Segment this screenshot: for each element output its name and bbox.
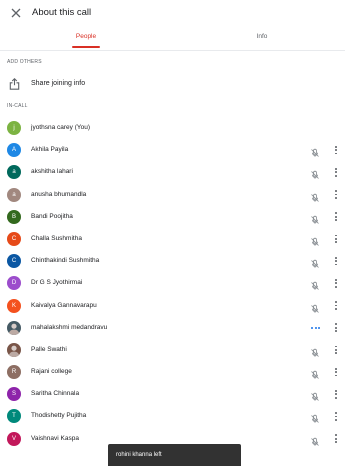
- tab-people-label: People: [75, 33, 97, 40]
- mic-off-icon: [310, 434, 320, 446]
- avatar: a: [7, 165, 21, 180]
- share-joining-info-button[interactable]: Share joining info: [0, 74, 345, 94]
- avatar: B: [7, 209, 21, 224]
- mic-off-icon: [310, 389, 320, 402]
- participant-name: Palle Swathi: [31, 345, 67, 353]
- more-options-icon[interactable]: [333, 144, 339, 156]
- avatar: j: [7, 121, 21, 135]
- participant-name: akshitha lahari: [31, 168, 73, 176]
- avatar: [7, 342, 21, 357]
- more-options-icon[interactable]: [333, 233, 339, 245]
- participant-name: Chinthakindi Sushmitha: [31, 257, 100, 265]
- close-button[interactable]: [9, 6, 23, 20]
- avatar: [7, 320, 21, 335]
- section-label-add-others: ADD OTHERS: [7, 59, 42, 65]
- avatar: A: [7, 143, 21, 158]
- snackbar-toast: rohini khanna left: [108, 444, 241, 466]
- tabs-divider: [0, 50, 345, 51]
- more-options-icon[interactable]: [333, 322, 339, 334]
- participant-row[interactable]: K Kaivalya Gannavarapu: [0, 295, 345, 317]
- more-options-icon[interactable]: [333, 277, 339, 289]
- participant-name: Vaishnavi Kaspa: [31, 434, 79, 442]
- avatar: C: [7, 231, 21, 246]
- participant-list: j jyothsna carey (You) A Akhila Payila a aksh…: [0, 117, 345, 450]
- participant-row[interactable]: Palle Swathi: [0, 339, 345, 361]
- avatar: V: [7, 431, 21, 446]
- participant-row[interactable]: D Dr G S Jyothirmai: [0, 272, 345, 294]
- mic-off-icon: [310, 190, 320, 202]
- participant-row[interactable]: S Saritha Chinnala: [0, 383, 345, 405]
- participant-row[interactable]: T Thodishetty Pujitha: [0, 405, 345, 427]
- more-options-icon[interactable]: [333, 433, 339, 445]
- avatar: a: [7, 187, 21, 202]
- more-options-icon[interactable]: [333, 211, 339, 223]
- participant-name: Bandi Poojitha: [31, 212, 73, 220]
- mic-off-icon: [310, 234, 320, 246]
- more-options-icon[interactable]: [333, 255, 339, 267]
- share-joining-info-label: Share joining info: [31, 80, 86, 87]
- participant-row[interactable]: a akshitha lahari: [0, 161, 345, 183]
- more-options-icon[interactable]: [333, 166, 339, 178]
- participant-row[interactable]: j jyothsna carey (You): [0, 117, 345, 139]
- more-options-icon[interactable]: [333, 344, 339, 356]
- participant-row[interactable]: R Rajani college: [0, 361, 345, 383]
- mic-off-icon: [310, 212, 320, 224]
- tab-people[interactable]: People: [0, 30, 172, 50]
- participant-name: Dr G S Jyothirmai: [31, 279, 83, 287]
- more-options-icon[interactable]: [333, 189, 339, 201]
- participant-row[interactable]: mahalakshmi medandravu: [0, 317, 345, 339]
- mic-off-icon: [310, 167, 320, 180]
- participant-name: mahalakshmi medandravu: [31, 323, 108, 331]
- mic-off-icon: [310, 367, 320, 379]
- avatar: S: [7, 387, 21, 402]
- participant-name: anusha bhumandla: [31, 190, 87, 198]
- more-options-icon[interactable]: [333, 300, 339, 312]
- participant-name: Akhila Payila: [31, 146, 69, 154]
- participant-row[interactable]: a anusha bhumandla: [0, 184, 345, 206]
- mic-off-icon: [310, 256, 320, 268]
- participant-name: jyothsna carey (You): [31, 124, 91, 131]
- participant-row[interactable]: C Challa Sushmitha: [0, 228, 345, 250]
- participant-row[interactable]: A Akhila Payila: [0, 139, 345, 161]
- more-options-icon[interactable]: [333, 388, 339, 400]
- more-options-icon[interactable]: [333, 410, 339, 422]
- mic-off-icon: [310, 345, 320, 357]
- avatar: T: [7, 409, 21, 424]
- tab-info-label: Info: [256, 33, 268, 40]
- tab-bar: People Info: [0, 30, 345, 50]
- share-icon: [9, 78, 20, 90]
- participant-name: Kaivalya Gannavarapu: [31, 301, 97, 309]
- mic-off-icon: [310, 411, 320, 424]
- mic-off-icon: [310, 145, 320, 157]
- app-header: About this call: [0, 0, 345, 26]
- participant-row[interactable]: B Bandi Poojitha: [0, 206, 345, 228]
- active-tab-indicator: [72, 46, 100, 48]
- mic-off-icon: [310, 278, 320, 291]
- page-title: About this call: [32, 7, 92, 18]
- participant-name: Saritha Chinnala: [31, 390, 80, 398]
- participant-row[interactable]: C Chinthakindi Sushmitha: [0, 250, 345, 272]
- close-icon: [11, 8, 21, 18]
- more-options-icon[interactable]: [333, 366, 339, 378]
- tab-info[interactable]: Info: [176, 30, 345, 50]
- speaking-indicator-icon: [311, 326, 321, 330]
- avatar: D: [7, 276, 21, 291]
- avatar: R: [7, 365, 21, 380]
- mic-off-icon: [310, 301, 320, 313]
- participant-name: Rajani college: [31, 368, 72, 376]
- section-label-in-call: IN-CALL: [7, 103, 28, 109]
- avatar: C: [7, 254, 21, 269]
- participant-name: Challa Sushmitha: [31, 234, 82, 242]
- participant-name: Thodishetty Pujitha: [31, 412, 87, 420]
- avatar: K: [7, 298, 21, 313]
